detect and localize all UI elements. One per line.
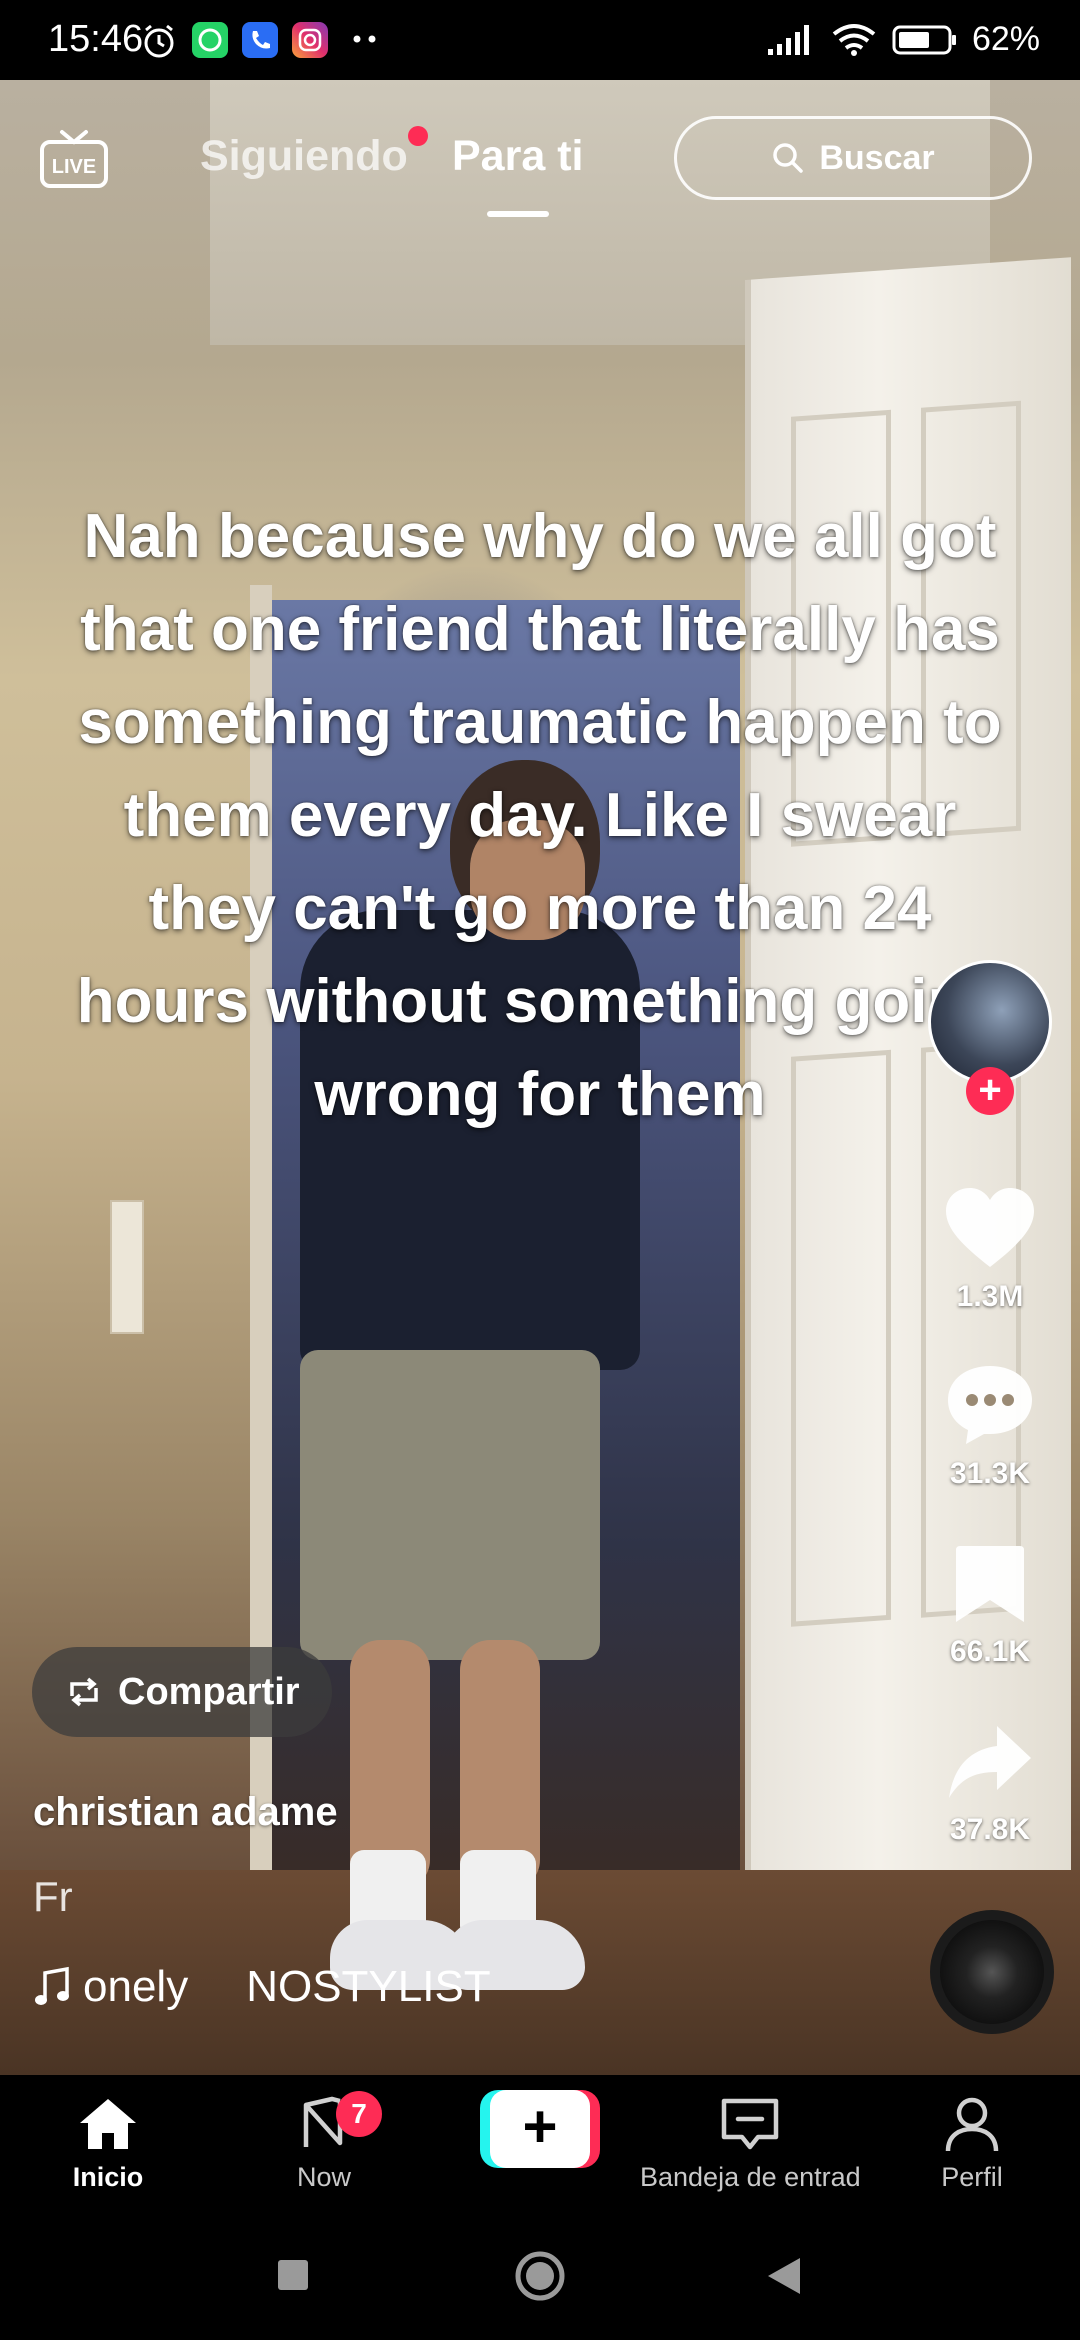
- repost-share-pill[interactable]: Compartir: [32, 1647, 332, 1737]
- video-player[interactable]: Nah because why do we all got that one f…: [0, 80, 1080, 2075]
- profile-icon: [945, 2097, 999, 2152]
- nav-home[interactable]: Inicio: [8, 2095, 208, 2193]
- home-icon: [80, 2099, 136, 2149]
- repost-icon: [70, 1677, 98, 1707]
- inbox-icon: [721, 2098, 779, 2150]
- heart-icon: [946, 1188, 1034, 1267]
- share-button[interactable]: 37.8K: [930, 1720, 1050, 1847]
- bookmark-icon: [956, 1546, 1024, 1622]
- live-icon[interactable]: LIVE: [38, 122, 110, 194]
- nav-inbox-label: Bandeja de entrada: [640, 2162, 860, 2192]
- follow-button[interactable]: +: [966, 1067, 1014, 1115]
- like-button[interactable]: 1.3M: [930, 1185, 1050, 1314]
- creator-username[interactable]: christian adame: [33, 1790, 338, 1835]
- comment-count: 31.3K: [949, 1457, 1031, 1490]
- wifi-icon: [832, 23, 876, 56]
- following-notification-dot: [408, 126, 428, 146]
- save-count: 66.1K: [949, 1635, 1031, 1668]
- video-scene-light-switch: [110, 1200, 144, 1334]
- whatsapp-icon: [192, 22, 228, 58]
- active-tab-indicator: [487, 211, 549, 217]
- sound-title-a: onely: [83, 1962, 189, 2011]
- search-label: Buscar: [819, 138, 935, 177]
- video-caption-text: Nah because why do we all got that one f…: [76, 502, 1004, 1129]
- tab-following[interactable]: Siguiendo: [200, 132, 408, 181]
- system-nav-bar: [0, 2210, 1080, 2340]
- nav-now-label: Now: [296, 2162, 351, 2192]
- battery-percent: 62%: [971, 20, 1040, 58]
- music-disc[interactable]: [930, 1910, 1054, 2034]
- status-bar: 15:46 62%: [0, 0, 1080, 80]
- phone-app-icon: [242, 22, 278, 58]
- share-arrow-icon: [949, 1726, 1031, 1798]
- search-button[interactable]: Buscar: [674, 116, 1032, 200]
- back-icon[interactable]: [766, 2256, 802, 2296]
- home-circle-icon[interactable]: [514, 2250, 566, 2302]
- create-plus-icon: +: [490, 2090, 590, 2168]
- status-time: 15:46: [48, 18, 144, 60]
- nav-inbox[interactable]: Bandeja de entrada: [640, 2095, 860, 2193]
- comment-icon: [948, 1366, 1032, 1444]
- video-description[interactable]: Fr: [33, 1873, 73, 1921]
- battery-icon: [892, 25, 956, 54]
- music-note-icon: [35, 1966, 69, 2005]
- nav-now[interactable]: 7 Now: [224, 2091, 424, 2193]
- search-icon: [773, 143, 804, 173]
- nav-profile[interactable]: Perfil: [872, 2095, 1072, 2193]
- top-nav: LIVE Siguiendo Para ti Buscar: [0, 80, 1080, 250]
- recents-icon[interactable]: [276, 2258, 310, 2292]
- sound-ticker[interactable]: onely NOSTYLIST: [33, 1962, 491, 2012]
- comment-button[interactable]: 31.3K: [930, 1362, 1050, 1491]
- creator-avatar[interactable]: [928, 960, 1052, 1084]
- alarm-icon: [144, 24, 174, 58]
- nav-home-label: Inicio: [72, 2162, 144, 2192]
- svg-text:LIVE: LIVE: [52, 156, 96, 178]
- tab-for-you[interactable]: Para ti: [452, 132, 583, 181]
- instagram-icon: [292, 22, 328, 58]
- share-count: 37.8K: [949, 1813, 1031, 1846]
- more-notifications-icon: [353, 35, 376, 43]
- signal-icon: [767, 24, 809, 55]
- now-badge: 7: [336, 2091, 382, 2137]
- nav-profile-label: Perfil: [941, 2162, 1003, 2192]
- share-pill-label: Compartir: [118, 1670, 300, 1713]
- like-count: 1.3M: [956, 1280, 1024, 1313]
- save-button[interactable]: 66.1K: [930, 1542, 1050, 1669]
- create-button[interactable]: +: [480, 2090, 600, 2168]
- sound-title-b: NOSTYLIST: [246, 1962, 491, 2011]
